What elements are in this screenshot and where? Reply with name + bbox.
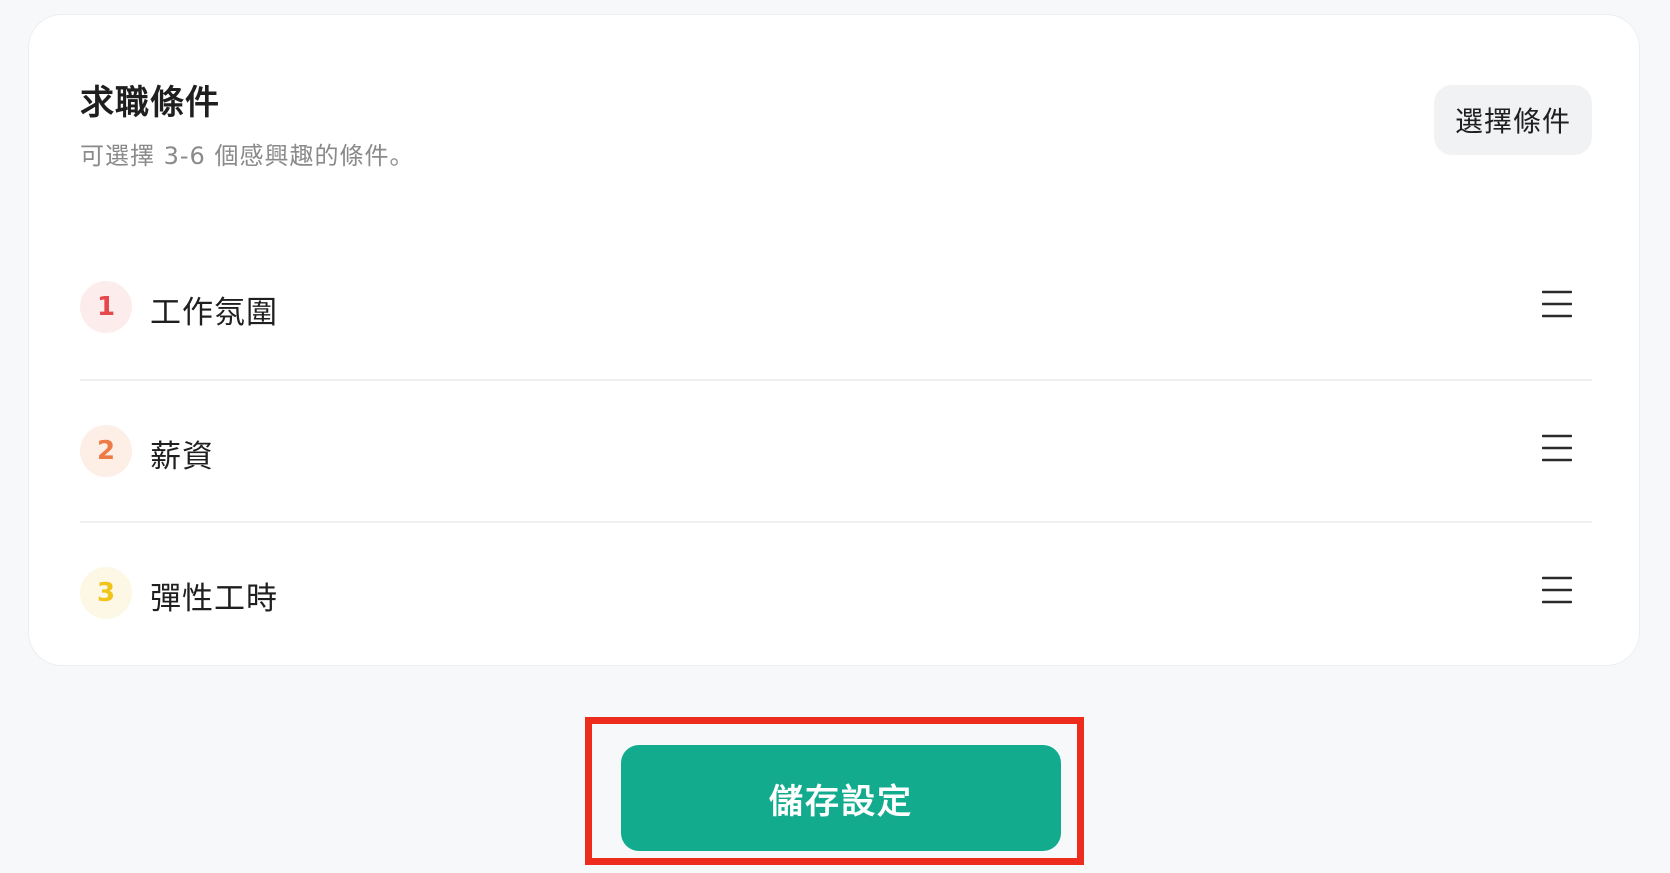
drag-handle-icon[interactable]	[1542, 290, 1572, 318]
save-settings-button[interactable]: 儲存設定	[621, 745, 1061, 851]
conditions-list: 1 工作氛圍 2 薪資 3 彈性工時	[80, 237, 1592, 663]
drag-handle-icon[interactable]	[1542, 434, 1572, 462]
condition-label: 彈性工時	[150, 581, 278, 617]
rank-badge: 3	[80, 567, 132, 619]
save-button-highlight: 儲存設定	[585, 717, 1084, 865]
condition-item-3[interactable]: 3 彈性工時	[80, 521, 1592, 663]
condition-item-1[interactable]: 1 工作氛圍	[80, 237, 1592, 379]
rank-badge: 2	[80, 425, 132, 477]
job-conditions-card: 求職條件 可選擇 3-6 個感興趣的條件。 選擇條件 1 工作氛圍 2 薪資 3…	[28, 14, 1640, 666]
condition-label: 薪資	[150, 439, 214, 475]
condition-label: 工作氛圍	[150, 295, 278, 331]
rank-badge: 1	[80, 281, 132, 333]
card-subtitle: 可選擇 3-6 個感興趣的條件。	[80, 142, 415, 170]
select-conditions-button[interactable]: 選擇條件	[1434, 85, 1592, 155]
drag-handle-icon[interactable]	[1542, 576, 1572, 604]
card-title: 求職條件	[80, 83, 220, 123]
condition-item-2[interactable]: 2 薪資	[80, 379, 1592, 521]
